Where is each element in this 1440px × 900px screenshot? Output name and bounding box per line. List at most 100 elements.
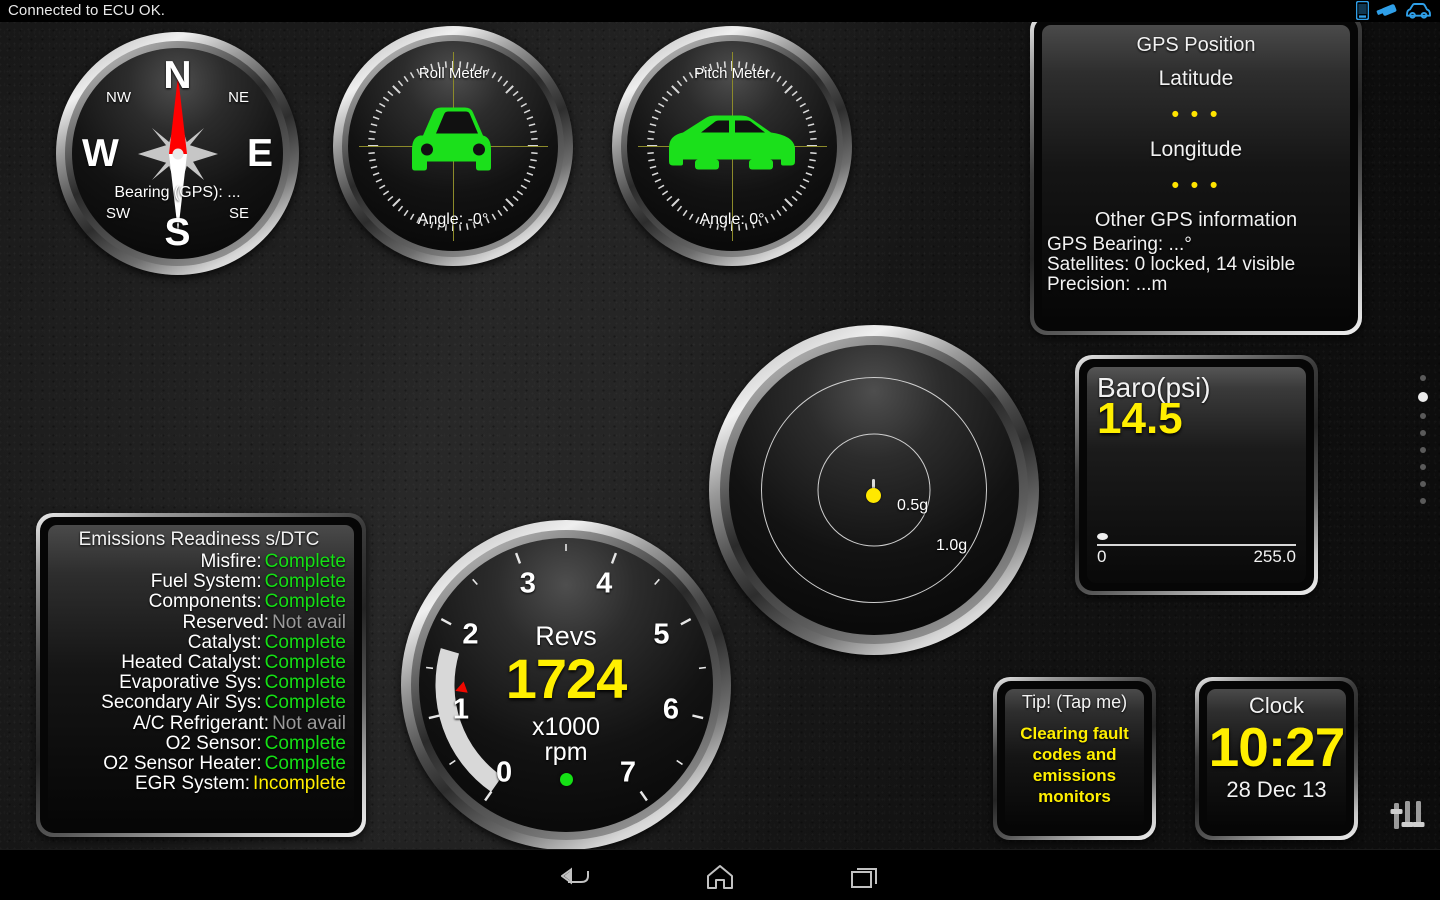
page-indicator[interactable]	[1418, 375, 1428, 504]
g-ring-label-outer: 1.0g	[936, 537, 968, 554]
page-indicator-dot[interactable]	[1420, 430, 1426, 436]
emissions-row-label: A/C Refrigerant:	[132, 712, 270, 734]
emissions-panel-body: Emissions Readiness s/DTC Misfire: Comple…	[48, 525, 354, 825]
tip-panel-title: Tip! (Tap me)	[1021, 692, 1128, 712]
roll-meter-face: Roll Meter Angle: -0°	[348, 41, 558, 251]
page-indicator-dot[interactable]	[1418, 392, 1428, 402]
baro-range-min: 0	[1097, 547, 1107, 566]
emissions-row-value: Not avail	[272, 712, 346, 734]
app-screen: Connected to ECU OK. N E S W NW NE SE SW…	[0, 0, 1440, 900]
android-status-bar: Connected to ECU OK.	[0, 0, 1440, 22]
compass-se-label: SE	[228, 205, 249, 222]
g-force-meter-gauge[interactable]: 0.5g 1.0g	[709, 325, 1039, 655]
emissions-row-value: Complete	[264, 551, 346, 572]
clock-panel[interactable]: Clock 10:27 28 Dec 13	[1195, 677, 1358, 840]
tip-panel-text: Clearing fault codes and emissions monit…	[1020, 724, 1129, 807]
baro-range-knob	[1097, 533, 1108, 540]
back-button[interactable]	[546, 862, 606, 892]
tachometer-tick-label: 1	[452, 693, 470, 726]
tachometer-face: Revs 1724 x1000 rpm 01234567	[419, 538, 713, 832]
compass-sw-label: SW	[106, 205, 131, 222]
gps-latitude-label: Latitude	[1158, 67, 1234, 90]
android-navigation-bar	[0, 849, 1440, 900]
g-force-dot	[866, 488, 881, 503]
compass-east-label: E	[246, 131, 273, 175]
gps-precision-value: Precision: ...m	[1047, 273, 1168, 295]
compass-face: N E S W NW NE SE SW Bearing (GPS): ...	[72, 48, 283, 259]
emissions-row: Catalyst: Complete	[52, 631, 346, 653]
pitch-meter-title: Pitch Meter	[694, 65, 770, 82]
compass-nw-label: NW	[106, 89, 131, 106]
g-ring-label-inner: 0.5g	[897, 497, 929, 514]
page-indicator-dot[interactable]	[1420, 498, 1426, 504]
roll-meter-gauge[interactable]: Roll Meter Angle: -0°	[333, 26, 573, 266]
emissions-row-label: Heated Catalyst:	[121, 652, 262, 674]
pitch-meter-angle: Angle: 0°	[699, 211, 765, 228]
emissions-panel-title: Emissions Readiness s/DTC	[78, 529, 320, 550]
emissions-row-label: Evaporative Sys:	[119, 672, 262, 694]
compass-gauge[interactable]: N E S W NW NE SE SW Bearing (GPS): ...	[56, 32, 299, 275]
baro-range-max: 255.0	[1253, 547, 1296, 566]
roll-car-front-icon	[395, 100, 511, 193]
emissions-row-label: Misfire:	[200, 551, 262, 572]
gps-panel-title: GPS Position	[1136, 34, 1256, 56]
page-indicator-dot[interactable]	[1420, 413, 1426, 419]
roll-meter-angle: Angle: -0°	[417, 211, 489, 228]
tip-panel-body: Tip! (Tap me) Clearing fault codes and e…	[1005, 689, 1144, 828]
clock-panel-body: Clock 10:27 28 Dec 13	[1207, 689, 1346, 828]
emissions-row-label: EGR System:	[134, 773, 251, 795]
tachometer-tick-label: 0	[495, 756, 513, 789]
tachometer-tick-label: 7	[619, 756, 637, 789]
emissions-row: Evaporative Sys: Complete	[52, 673, 346, 693]
emissions-row: A/C Refrigerant: Not avail	[52, 712, 346, 734]
usb-drive-icon[interactable]	[1376, 3, 1398, 19]
tachometer-unit: rpm	[544, 738, 588, 766]
emissions-row: Heated Catalyst: Complete	[52, 652, 346, 674]
tachometer-tick-label: 3	[519, 567, 536, 600]
emissions-row-value: Complete	[264, 631, 346, 653]
emissions-row: Secondary Air Sys: Complete	[52, 693, 346, 713]
gps-satellites-value: Satellites: 0 locked, 14 visible	[1047, 253, 1296, 275]
emissions-row-label: Reserved:	[182, 611, 270, 633]
emissions-row-list: Misfire: Complete Fuel System: Complete Comp…	[52, 551, 346, 794]
tip-panel[interactable]: Tip! (Tap me) Clearing fault codes and e…	[993, 677, 1156, 840]
tachometer-gauge[interactable]: Revs 1724 x1000 rpm 01234567	[401, 520, 731, 850]
sliders-icon[interactable]	[1386, 793, 1430, 842]
recents-button[interactable]	[834, 862, 894, 892]
tachometer-tick-label: 5	[653, 618, 670, 651]
page-indicator-dot[interactable]	[1420, 481, 1426, 487]
page-indicator-dot[interactable]	[1420, 447, 1426, 453]
emissions-row: Reserved: Not avail	[52, 611, 346, 633]
gps-position-panel[interactable]: GPS Position Latitude • • • Longitude • …	[1030, 13, 1362, 335]
emissions-row: EGR System: Incomplete	[52, 774, 346, 794]
page-indicator-dot[interactable]	[1420, 375, 1426, 381]
gps-other-info-title: Other GPS information	[1094, 209, 1298, 231]
emissions-row-value: Complete	[264, 753, 346, 775]
pitch-meter-gauge[interactable]: Pitch Meter Angle: 0°	[612, 26, 852, 266]
gps-latitude-value: • • •	[1171, 103, 1221, 126]
tachometer-tick-label: 6	[662, 693, 680, 726]
clock-time: 10:27	[1208, 716, 1346, 778]
emissions-row: O2 Sensor Heater: Complete	[52, 753, 346, 775]
compass-bearing-label: Bearing (GPS): ...	[114, 184, 241, 201]
clock-date: 28 Dec 13	[1226, 777, 1327, 803]
tachometer-tick-label: 4	[596, 567, 613, 600]
pitch-meter-face: Pitch Meter Angle: 0°	[627, 41, 837, 251]
emissions-row: O2 Sensor: Complete	[52, 732, 346, 754]
ecu-connection-status: Connected to ECU OK.	[8, 2, 166, 19]
emissions-row-value: Complete	[264, 732, 346, 754]
barometric-pressure-panel[interactable]: Baro(psi) 14.5 0 255.0	[1075, 355, 1318, 595]
emissions-row-label: Catalyst:	[187, 631, 262, 653]
compass-north-label: N	[163, 54, 192, 97]
home-button[interactable]	[690, 862, 750, 892]
phone-icon[interactable]	[1356, 1, 1369, 20]
emissions-row-value: Not avail	[272, 611, 346, 633]
emissions-row-value: Incomplete	[253, 773, 346, 795]
tachometer-status-indicator	[559, 773, 573, 786]
car-icon[interactable]	[1405, 2, 1432, 19]
emissions-row-label: O2 Sensor Heater:	[103, 753, 262, 775]
emissions-readiness-panel[interactable]: Emissions Readiness s/DTC Misfire: Comple…	[36, 513, 366, 837]
compass-west-label: W	[82, 131, 119, 175]
status-bar-icons	[1356, 1, 1432, 20]
page-indicator-dot[interactable]	[1420, 464, 1426, 470]
